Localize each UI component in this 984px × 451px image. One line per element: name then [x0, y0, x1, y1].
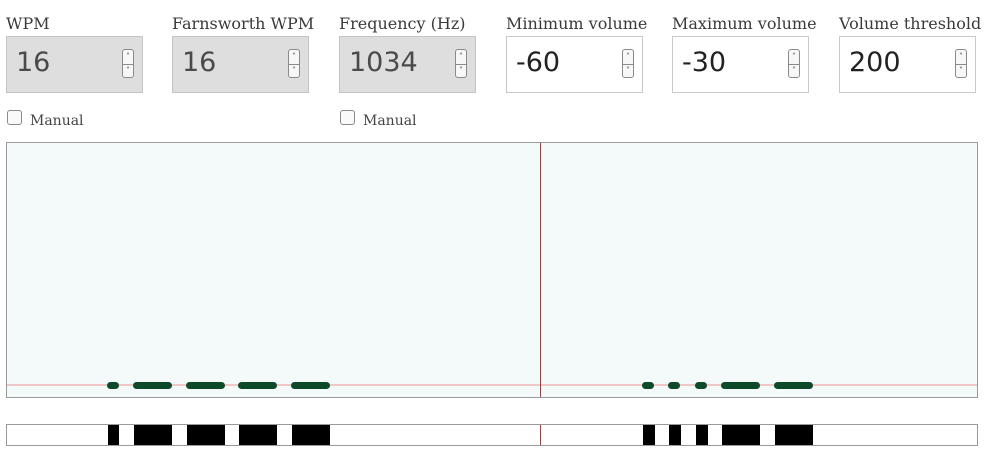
signal-mark — [668, 382, 680, 389]
maximum-volume-field: Maximum volume -30 ˄ ˅ — [672, 14, 817, 93]
signal-mark — [642, 382, 654, 389]
chevron-down-icon[interactable]: ˅ — [789, 64, 799, 78]
frequency-manual-checkbox[interactable] — [340, 110, 355, 125]
signal-mark — [291, 382, 330, 389]
volume-threshold-field: Volume threshold 200 ˄ ˅ — [839, 14, 982, 93]
signal-scope[interactable] — [6, 142, 978, 398]
wpm-manual-checkbox[interactable] — [7, 110, 22, 125]
wpm-input[interactable]: 16 ˄ ˅ — [6, 36, 143, 93]
keyer-output-canvas — [108, 425, 813, 445]
keyer-mark — [696, 425, 708, 445]
chevron-up-icon[interactable]: ˄ — [123, 50, 133, 65]
chevron-down-icon[interactable]: ˅ — [623, 64, 633, 78]
signal-scope-canvas — [7, 143, 977, 397]
keyer-mark — [292, 425, 330, 445]
wpm-manual-label: Manual — [30, 113, 84, 129]
wpm-spin-buttons[interactable]: ˄ ˅ — [122, 49, 134, 78]
farnsworth-wpm-value: 16 — [182, 47, 217, 78]
chevron-up-icon[interactable]: ˄ — [456, 50, 466, 65]
minimum-volume-spin-buttons[interactable]: ˄ ˅ — [622, 49, 634, 78]
signal-mark — [695, 382, 707, 389]
chevron-up-icon[interactable]: ˄ — [289, 50, 299, 65]
keyer-mark — [722, 425, 760, 445]
minimum-volume-value: -60 — [516, 47, 561, 78]
volume-threshold-input[interactable]: 200 ˄ ˅ — [839, 36, 976, 93]
chevron-down-icon[interactable]: ˅ — [456, 64, 466, 78]
maximum-volume-spin-buttons[interactable]: ˄ ˅ — [788, 49, 800, 78]
chevron-down-icon[interactable]: ˅ — [956, 64, 966, 78]
frequency-label: Frequency (Hz) — [339, 14, 466, 33]
wpm-field: WPM 16 ˄ ˅ — [6, 14, 143, 93]
chevron-down-icon[interactable]: ˅ — [123, 64, 133, 78]
signal-mark — [133, 382, 172, 389]
minimum-volume-field: Minimum volume -60 ˄ ˅ — [506, 14, 648, 93]
minimum-volume-input[interactable]: -60 ˄ ˅ — [506, 36, 643, 93]
signal-mark — [721, 382, 760, 389]
farnsworth-wpm-input[interactable]: 16 ˄ ˅ — [172, 36, 309, 93]
chevron-up-icon[interactable]: ˄ — [623, 50, 633, 65]
chevron-up-icon[interactable]: ˄ — [956, 50, 966, 65]
keyer-mark — [775, 425, 813, 445]
signal-mark — [774, 382, 813, 389]
farnsworth-wpm-field: Farnsworth WPM 16 ˄ ˅ — [172, 14, 315, 93]
signal-mark — [238, 382, 277, 389]
signal-mark — [186, 382, 225, 389]
maximum-volume-label: Maximum volume — [672, 14, 817, 33]
keyer-mark — [108, 425, 119, 445]
frequency-value: 1034 — [349, 47, 418, 78]
keyer-output-strip — [6, 424, 978, 446]
frequency-input[interactable]: 1034 ˄ ˅ — [339, 36, 476, 93]
frequency-manual-label: Manual — [363, 113, 417, 129]
wpm-value: 16 — [16, 47, 51, 78]
keyer-mark — [187, 425, 225, 445]
minimum-volume-label: Minimum volume — [506, 14, 648, 33]
volume-threshold-label: Volume threshold — [839, 14, 982, 33]
maximum-volume-value: -30 — [682, 47, 727, 78]
frequency-field: Frequency (Hz) 1034 ˄ ˅ — [339, 14, 476, 93]
chevron-down-icon[interactable]: ˅ — [289, 64, 299, 78]
wpm-label: WPM — [6, 14, 50, 33]
signal-mark — [107, 382, 119, 389]
keyer-marks — [108, 425, 813, 445]
keyer-mark — [669, 425, 681, 445]
maximum-volume-input[interactable]: -30 ˄ ˅ — [672, 36, 809, 93]
volume-threshold-spin-buttons[interactable]: ˄ ˅ — [955, 49, 967, 78]
keyer-mark — [643, 425, 655, 445]
farnsworth-wpm-label: Farnsworth WPM — [172, 14, 315, 33]
volume-threshold-value: 200 — [849, 47, 901, 78]
keyer-mark — [239, 425, 277, 445]
frequency-spin-buttons[interactable]: ˄ ˅ — [455, 49, 467, 78]
chevron-up-icon[interactable]: ˄ — [789, 50, 799, 65]
keyer-mark — [134, 425, 172, 445]
farnsworth-wpm-spin-buttons[interactable]: ˄ ˅ — [288, 49, 300, 78]
